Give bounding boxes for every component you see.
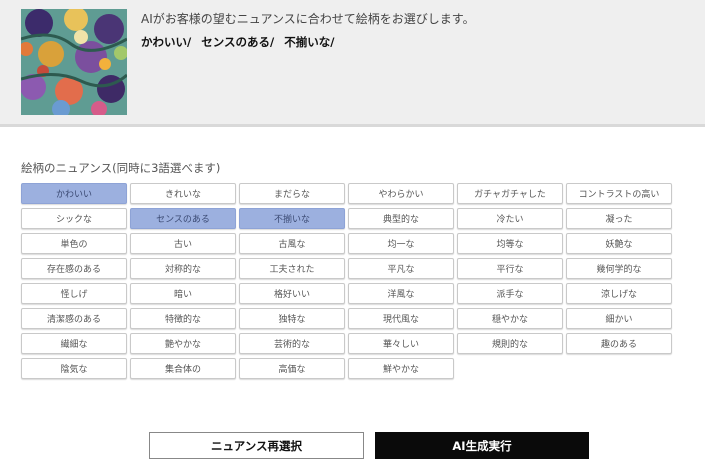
nuance-chip[interactable]: 古風な	[239, 233, 345, 254]
nuance-chip[interactable]: 均一な	[348, 233, 454, 254]
nuance-chip[interactable]: 存在感のある	[21, 258, 127, 279]
nuance-chip[interactable]: 平凡な	[348, 258, 454, 279]
nuance-chip[interactable]: 冷たい	[457, 208, 563, 229]
nuance-chip[interactable]: 趣のある	[566, 333, 672, 354]
nuance-chip[interactable]: 涼しげな	[566, 283, 672, 304]
nuance-chip[interactable]: きれいな	[130, 183, 236, 204]
pattern-thumbnail	[21, 9, 127, 115]
nuance-chip[interactable]: 鮮やかな	[348, 358, 454, 379]
nuance-chip[interactable]: 格好いい	[239, 283, 345, 304]
nuance-chip[interactable]: 典型的な	[348, 208, 454, 229]
selected-nuances: かわいい/ センスのある/ 不揃いな/	[141, 34, 340, 50]
nuance-chip[interactable]: 古い	[130, 233, 236, 254]
nuance-chip[interactable]: 工夫された	[239, 258, 345, 279]
nuance-chip[interactable]: 華々しい	[348, 333, 454, 354]
nuance-chip[interactable]: 現代風な	[348, 308, 454, 329]
nuance-chip[interactable]: 独特な	[239, 308, 345, 329]
nuance-chip[interactable]: 平行な	[457, 258, 563, 279]
nuance-chip[interactable]: 暗い	[130, 283, 236, 304]
ai-generate-button[interactable]: AI生成実行	[375, 432, 589, 459]
nuance-chip[interactable]: 妖艶な	[566, 233, 672, 254]
nuance-chip[interactable]: やわらかい	[348, 183, 454, 204]
nuance-section-label: 絵柄のニュアンス(同時に3語選べます)	[21, 161, 221, 175]
selected-nuance: センスのある/	[201, 35, 275, 49]
nuance-chip[interactable]: 対称的な	[130, 258, 236, 279]
nuance-chip[interactable]: ガチャガチャした	[457, 183, 563, 204]
nuance-chip[interactable]: 派手な	[457, 283, 563, 304]
nuance-chip[interactable]: 単色の	[21, 233, 127, 254]
nuance-chip[interactable]: センスのある	[130, 208, 236, 229]
nuance-chip[interactable]: かわいい	[21, 183, 127, 204]
reselect-nuance-button[interactable]: ニュアンス再選択	[149, 432, 364, 459]
nuance-chip[interactable]: 怪しげ	[21, 283, 127, 304]
nuance-chip[interactable]: 艶やかな	[130, 333, 236, 354]
nuance-chip[interactable]: 細かい	[566, 308, 672, 329]
nuance-chip[interactable]: 陰気な	[21, 358, 127, 379]
pattern-summary-panel: AIがお客様の望むニュアンスに合わせて絵柄をお選びします。 かわいい/ センスの…	[0, 0, 705, 127]
nuance-chip[interactable]: 特徴的な	[130, 308, 236, 329]
nuance-chip[interactable]: 高価な	[239, 358, 345, 379]
nuance-chip[interactable]: 繊細な	[21, 333, 127, 354]
nuance-chip[interactable]: 集合体の	[130, 358, 236, 379]
nuance-chip[interactable]: シックな	[21, 208, 127, 229]
nuance-chip[interactable]: 凝った	[566, 208, 672, 229]
nuance-chip[interactable]: 均等な	[457, 233, 563, 254]
nuance-chip-grid: かわいい きれいな まだらな やわらかい ガチャガチャした コントラストの高いシックな セン…	[21, 183, 672, 379]
nuance-chip[interactable]: まだらな	[239, 183, 345, 204]
nuance-chip[interactable]: 不揃いな	[239, 208, 345, 229]
nuance-chip[interactable]: 幾何学的な	[566, 258, 672, 279]
nuance-chip[interactable]: コントラストの高い	[566, 183, 672, 204]
nuance-chip[interactable]: 芸術的な	[239, 333, 345, 354]
selected-nuance: 不揃いな/	[284, 35, 335, 49]
nuance-chip[interactable]: 洋風な	[348, 283, 454, 304]
selected-nuance: かわいい/	[141, 35, 192, 49]
ai-description: AIがお客様の望むニュアンスに合わせて絵柄をお選びします。	[141, 12, 475, 26]
nuance-chip[interactable]: 穏やかな	[457, 308, 563, 329]
nuance-chip[interactable]: 規則的な	[457, 333, 563, 354]
nuance-chip[interactable]: 清潔感のある	[21, 308, 127, 329]
